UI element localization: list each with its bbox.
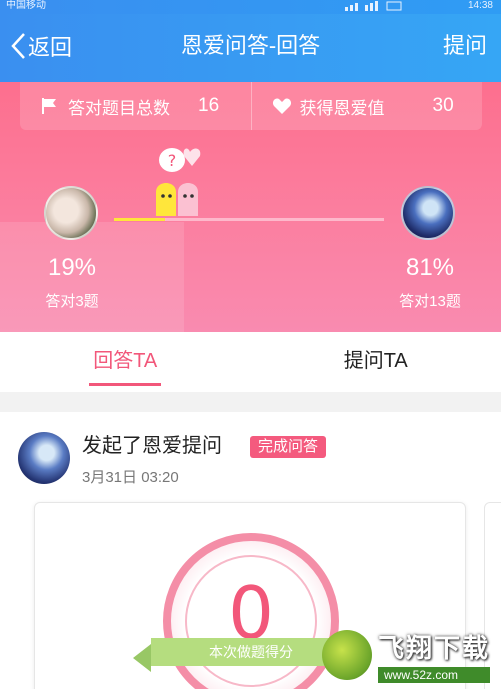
partner-correct-count: 答对13题 bbox=[399, 293, 461, 310]
divider bbox=[0, 392, 501, 412]
timestamp: 3月31日 03:20 bbox=[82, 469, 179, 486]
my-correct-count: 答对3题 bbox=[45, 293, 99, 310]
tab-answer[interactable]: 回答TA bbox=[0, 332, 251, 392]
watermark-name: 飞翔下载 bbox=[378, 632, 491, 663]
partner-percent: 81% bbox=[405, 254, 455, 281]
couple-mascot-icon: ? bbox=[156, 148, 201, 216]
love-value-label: 获得恩爱值 bbox=[299, 98, 385, 118]
navigation-bar: 返回 恩爱问答-回答 提问 bbox=[0, 14, 501, 82]
feed-headline: 发起了恩爱提问 bbox=[82, 435, 222, 457]
svg-text:?: ? bbox=[168, 151, 177, 170]
status-badge: 完成问答 bbox=[250, 436, 327, 458]
feed-avatar[interactable] bbox=[18, 432, 70, 484]
score-ribbon: 本次做题得分 bbox=[133, 638, 369, 672]
status-bar: 中国移动 14:38 bbox=[0, 0, 501, 14]
flag-icon bbox=[42, 98, 56, 114]
tab-ask[interactable]: 提问TA bbox=[251, 332, 501, 392]
signal-icon bbox=[345, 1, 402, 11]
my-percent: 19% bbox=[47, 254, 97, 281]
watermark-url: www.52z.com bbox=[378, 666, 491, 683]
tab-bar: 回答TA 提问TA bbox=[0, 332, 501, 392]
heart-icon bbox=[272, 98, 291, 114]
watermark: 飞翔下载 www.52z.com bbox=[322, 624, 498, 686]
stats-bar: 答对题目总数 16 获得恩爱值 30 bbox=[20, 82, 482, 130]
page-title: 恩爱问答-回答 bbox=[180, 33, 321, 58]
watermark-logo-icon bbox=[322, 630, 372, 680]
score-header: 答对题目总数 16 获得恩爱值 30 ? 19% 答对3题 81% 答对13题 bbox=[0, 82, 501, 332]
correct-total-label: 答对题目总数 bbox=[68, 98, 170, 118]
partner-avatar bbox=[401, 186, 455, 240]
correct-total-stat: 答对题目总数 16 bbox=[20, 82, 251, 130]
love-value: 30 bbox=[432, 95, 454, 116]
carrier-label: 中国移动 bbox=[6, 0, 46, 11]
clock: 14:38 bbox=[467, 0, 493, 11]
love-value-stat: 获得恩爱值 30 bbox=[250, 82, 483, 130]
avatar bbox=[44, 186, 98, 240]
ask-button[interactable]: 提问 bbox=[443, 28, 487, 64]
correct-total-value: 16 bbox=[198, 95, 220, 116]
